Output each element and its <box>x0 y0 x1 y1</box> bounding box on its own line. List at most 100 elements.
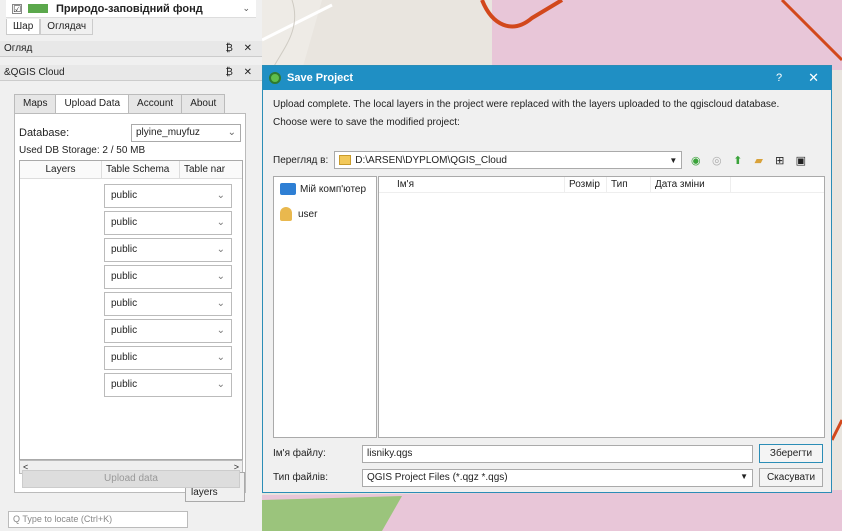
schema-value: public <box>111 379 138 390</box>
schema-select[interactable]: public ⌄ <box>104 184 232 208</box>
database-select[interactable]: plyine_muyfuz ⌄ <box>131 124 241 142</box>
schema-value: public <box>111 352 138 363</box>
chevron-down-icon: ⌄ <box>216 325 225 336</box>
storage-text: Used DB Storage: 2 / 50 MB <box>19 145 146 156</box>
col-table-name[interactable]: Table nar <box>180 161 240 178</box>
chevron-down-icon: ⌄ <box>216 352 225 363</box>
left-panel: ☑ Природо-заповідний фонд ⌄ Шар Оглядач … <box>0 0 262 531</box>
list-view-icon[interactable]: ⊞ <box>772 153 787 168</box>
panel-tabs: Шар Оглядач <box>6 19 94 35</box>
col-size[interactable]: Розмір <box>565 177 607 192</box>
qgis-logo-icon <box>269 72 281 84</box>
look-in-select[interactable]: D:\ARSEN\DYPLOM\QGIS_Cloud ▼ <box>334 151 683 169</box>
layer-item[interactable]: ☑ Природо-заповідний фонд ⌄ <box>6 0 256 18</box>
schema-select[interactable]: public ⌄ <box>104 346 232 370</box>
filetype-label: Тип файлів: <box>273 472 328 483</box>
help-icon[interactable]: ? <box>776 72 782 84</box>
upload-message: Upload complete. The local layers in the… <box>273 99 780 110</box>
file-list[interactable]: Ім'я Розмір Тип Дата зміни <box>378 176 825 438</box>
computer-icon <box>280 183 296 195</box>
cloud-dock-title: &QGIS Cloud ₿ ✕ <box>0 65 262 81</box>
col-layers[interactable]: Layers <box>20 161 102 178</box>
dock-buttons[interactable]: ₿ ✕ <box>225 43 256 54</box>
tab-layers[interactable]: Шар <box>6 19 41 35</box>
overview-title: Огляд <box>4 43 33 54</box>
tab-account[interactable]: Account <box>128 94 183 113</box>
look-in-row: Перегляд в: D:\ARSEN\DYPLOM\QGIS_Cloud ▼… <box>273 151 827 169</box>
col-date-modified[interactable]: Дата зміни <box>651 177 731 192</box>
schema-list: public ⌄ public ⌄ public ⌄ public ⌄ public ⌄ … <box>104 181 232 397</box>
new-folder-icon[interactable]: ▰ <box>751 153 766 168</box>
layer-label: Природо-заповідний фонд <box>56 2 203 15</box>
schema-value: public <box>111 325 138 336</box>
database-row: Database: plyine_muyfuz ⌄ <box>19 124 241 142</box>
place-label: Мій комп'ютер <box>300 183 367 195</box>
schema-value: public <box>111 298 138 309</box>
schema-select[interactable]: public ⌄ <box>104 373 232 397</box>
upload-data-button[interactable]: Upload data <box>22 470 240 488</box>
dialog-title: Save Project <box>287 72 354 84</box>
path-value: D:\ARSEN\DYPLOM\QGIS_Cloud <box>355 154 507 166</box>
overview-dock-title: Огляд ₿ ✕ <box>0 41 262 57</box>
schema-value: public <box>111 217 138 228</box>
layer-checkbox[interactable]: ☑ <box>12 3 22 14</box>
up-folder-icon[interactable]: ⬆ <box>730 153 745 168</box>
dock-buttons[interactable]: ₿ ✕ <box>225 67 256 78</box>
detail-view-icon[interactable]: ▣ <box>793 153 808 168</box>
tab-about[interactable]: About <box>181 94 226 113</box>
filetype-select[interactable]: QGIS Project Files (*.qgz *.qgs) ▼ <box>362 468 753 487</box>
chevron-down-icon: ▼ <box>669 155 678 165</box>
filename-label: Ім'я файлу: <box>273 448 326 459</box>
place-user[interactable]: user <box>274 201 376 227</box>
save-button[interactable]: Зберегти <box>759 444 823 463</box>
look-in-label: Перегляд в: <box>273 154 329 166</box>
chevron-down-icon: ⌄ <box>216 190 225 201</box>
upload-data-page: Database: plyine_muyfuz ⌄ Used DB Storag… <box>14 113 246 502</box>
filetype-value: QGIS Project Files (*.qgz *.qgs) <box>367 471 508 483</box>
qgis-cloud-panel: Maps Upload Data Account About Database:… <box>6 84 256 502</box>
tab-upload-data[interactable]: Upload Data <box>55 94 130 113</box>
chevron-down-icon: ⌄ <box>216 244 225 255</box>
close-icon[interactable]: ✕ <box>808 70 819 86</box>
cloud-tabs: Maps Upload Data Account About <box>14 94 226 113</box>
folder-icon <box>339 155 352 165</box>
database-value: plyine_muyfuz <box>136 127 200 138</box>
schema-select[interactable]: public ⌄ <box>104 238 232 262</box>
table-header: Layers Table Schema Table nar <box>20 161 242 179</box>
chevron-down-icon: ⌄ <box>216 217 225 228</box>
place-my-computer[interactable]: Мій комп'ютер <box>274 177 376 201</box>
tab-browser[interactable]: Оглядач <box>40 19 94 35</box>
schema-select[interactable]: public ⌄ <box>104 319 232 343</box>
user-folder-icon <box>280 207 292 221</box>
locator-search-input[interactable]: Q Type to locate (Ctrl+K) <box>8 511 188 528</box>
chevron-down-icon: ⌄ <box>227 127 236 138</box>
schema-value: public <box>111 190 138 201</box>
place-label: user <box>298 208 318 220</box>
back-icon[interactable]: ◉ <box>688 153 703 168</box>
schema-select[interactable]: public ⌄ <box>104 265 232 289</box>
tab-maps[interactable]: Maps <box>14 94 57 113</box>
filetype-row: Тип файлів: QGIS Project Files (*.qgz *.… <box>273 468 823 487</box>
choose-message: Choose were to save the modified project… <box>273 117 460 128</box>
file-list-header: Ім'я Розмір Тип Дата зміни <box>379 177 824 193</box>
schema-select[interactable]: public ⌄ <box>104 292 232 316</box>
col-name[interactable]: Ім'я <box>379 177 565 192</box>
forward-icon[interactable]: ◎ <box>709 153 724 168</box>
layers-table: Layers Table Schema Table nar public ⌄ pu… <box>19 160 243 460</box>
filename-input[interactable]: lisniky.qgs <box>362 444 753 463</box>
col-table-schema[interactable]: Table Schema <box>102 161 180 178</box>
chevron-down-icon: ⌄ <box>216 271 225 282</box>
cancel-button[interactable]: Скасувати <box>759 468 823 487</box>
schema-select[interactable]: public ⌄ <box>104 211 232 235</box>
save-project-dialog: Save Project ? ✕ Upload complete. The lo… <box>262 65 832 493</box>
layer-symbol <box>28 4 48 13</box>
cloud-dock-label: &QGIS Cloud <box>4 67 65 78</box>
filename-row: Ім'я файлу: lisniky.qgs Зберегти <box>273 444 823 463</box>
database-label: Database: <box>19 127 70 139</box>
chevron-down-icon[interactable]: ⌄ <box>242 3 250 14</box>
schema-value: public <box>111 271 138 282</box>
col-type[interactable]: Тип <box>607 177 651 192</box>
chevron-down-icon: ▼ <box>740 471 748 481</box>
places-sidebar: Мій комп'ютер user <box>273 176 377 438</box>
dialog-title-bar: Save Project ? ✕ <box>263 66 831 90</box>
